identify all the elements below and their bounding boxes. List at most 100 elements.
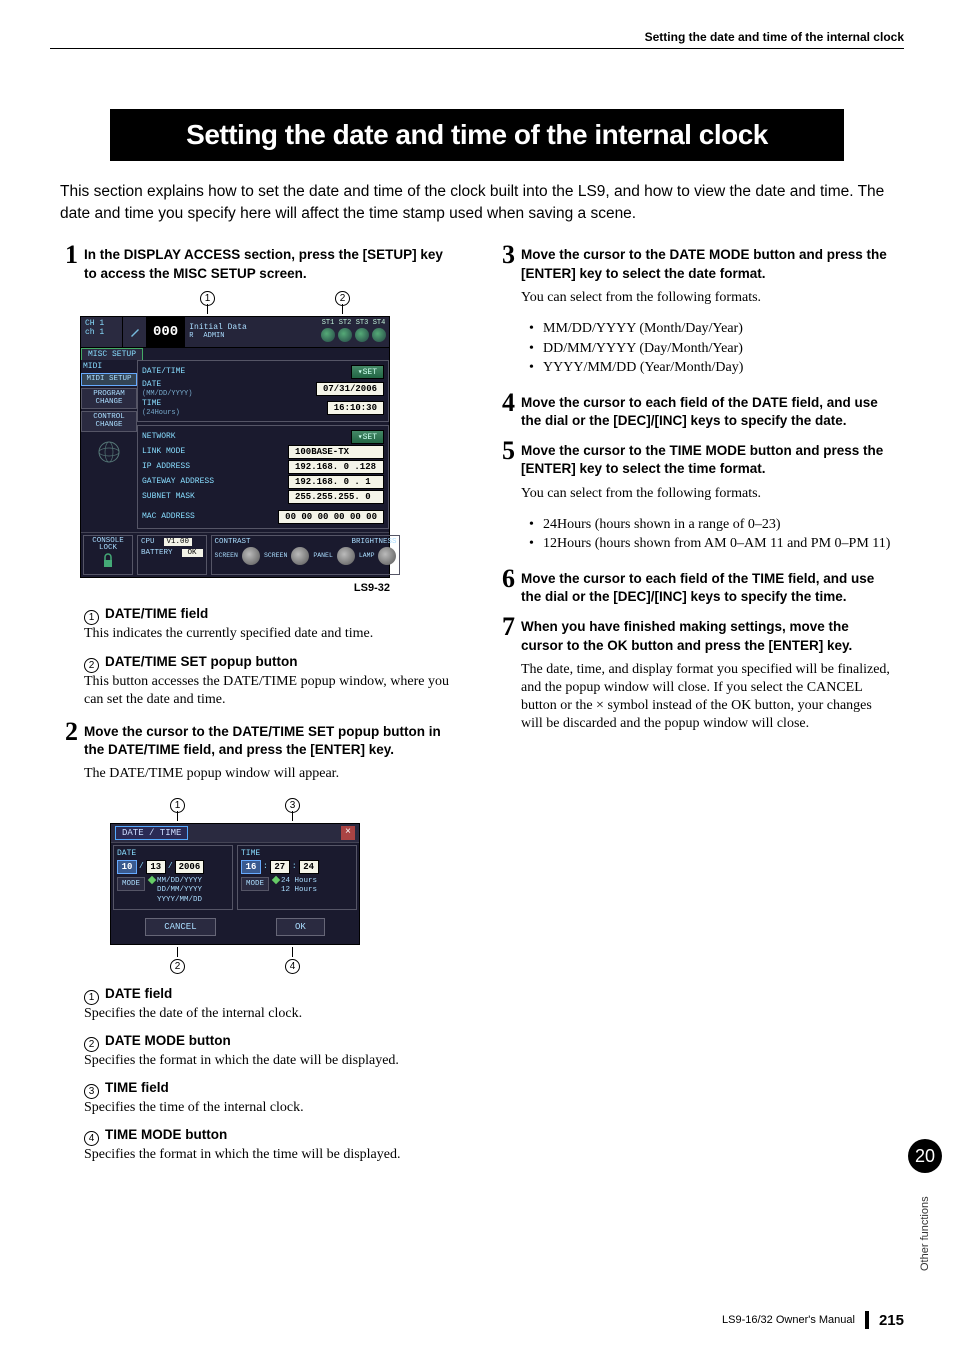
misc-setup-screenshot: CH 1 ch 1 000 Initial Data R ADMIN (80, 316, 390, 579)
channel-label: ch 1 (85, 328, 118, 337)
step-number: 2 (60, 719, 78, 759)
step-number: 7 (497, 614, 515, 654)
time-second-field: 24 (299, 860, 319, 874)
date-value: 07/31/2006 (316, 382, 384, 396)
time-mode-button: MODE (241, 877, 269, 891)
list-item: YYYY/MM/DD (Year/Month/Day) (533, 358, 894, 378)
step-number: 5 (497, 438, 515, 478)
group-title: DATE/TIME (142, 367, 185, 376)
date-mode-button: MODE (117, 877, 145, 891)
sidebar-program-change: PROGRAM CHANGE (81, 388, 137, 409)
step-number: 4 (497, 390, 515, 430)
callout-number: 2 (84, 658, 99, 673)
callout-body: Specifies the format in which the time w… (84, 1146, 457, 1164)
figure-caption: LS9-32 (80, 582, 390, 594)
globe-icon (97, 440, 121, 467)
callout-body: Specifies the date of the internal clock… (84, 1005, 457, 1023)
callout-title: TIME field (105, 1080, 169, 1095)
network-set-button: ▾SET (351, 430, 384, 444)
ok-button: OK (276, 918, 325, 936)
callout-title: DATE field (105, 986, 172, 1001)
step-text: When you have finished making settings, … (521, 614, 894, 654)
console-lock-label: CONSOLE LOCK (92, 537, 124, 553)
running-header: Setting the date and time of the interna… (50, 30, 904, 48)
callout-body: This indicates the currently specified d… (84, 625, 457, 643)
date-month-field: 10 (117, 860, 137, 874)
list-item: 24Hours (hours shown in a range of 0–23) (533, 515, 894, 535)
knob-icon (337, 547, 355, 565)
close-icon: × (341, 826, 355, 840)
sidebar: MIDI MIDI SETUP PROGRAM CHANGE CONTROL C… (81, 360, 137, 532)
callout-marker: 1 (200, 291, 215, 306)
lock-icon (101, 553, 115, 569)
right-column: 3 Move the cursor to the DATE MODE butto… (497, 242, 894, 1174)
step-body: You can select from the following format… (521, 485, 894, 503)
sidebar-heading: MIDI (81, 362, 137, 371)
intro-paragraph: This section explains how to set the dat… (60, 181, 894, 224)
date-year-field: 2006 (175, 860, 205, 874)
popup-title: DATE / TIME (115, 826, 188, 840)
knob-icon (242, 547, 260, 565)
datetime-group: DATE/TIME ▾SET DATE (MM/DD/YYYY) 07/31/2… (137, 360, 389, 422)
diamond-icon (148, 875, 156, 883)
step-body: You can select from the following format… (521, 289, 894, 307)
step-text: Move the cursor to each field of the DAT… (521, 390, 894, 430)
sidebar-midi-setup: MIDI SETUP (81, 373, 137, 387)
left-column: 1 In the DISPLAY ACCESS section, press t… (60, 242, 457, 1174)
time-value: 16:10:30 (327, 401, 384, 415)
sidebar-control-change: CONTROL CHANGE (81, 411, 137, 432)
callout-number: 1 (84, 610, 99, 625)
callout-body: Specifies the format in which the date w… (84, 1052, 457, 1070)
callout-marker: 2 (335, 291, 350, 306)
step-text: Move the cursor to each field of the TIM… (521, 566, 894, 606)
pencil-icon (123, 317, 147, 347)
diamond-icon (272, 875, 280, 883)
callout-body: Specifies the time of the internal clock… (84, 1099, 457, 1117)
callout-title: DATE/TIME field (105, 606, 208, 621)
callout-marker: 2 (170, 959, 185, 974)
list-item: MM/DD/YYYY (Month/Day/Year) (533, 319, 894, 339)
callout-marker: 4 (285, 959, 300, 974)
r-label: R (189, 332, 193, 340)
knob-icon (291, 547, 309, 565)
callout-number: 2 (84, 1037, 99, 1052)
time-hour-field: 16 (241, 860, 261, 874)
step-text: Move the cursor to the DATE/TIME SET pop… (84, 719, 457, 759)
callout-title: TIME MODE button (105, 1127, 227, 1142)
datetime-set-button: ▾SET (351, 365, 384, 379)
group-title: NETWORK (142, 432, 176, 441)
time-label: TIME (241, 849, 353, 858)
step-body: The DATE/TIME popup window will appear. (84, 765, 457, 783)
page-number: 215 (879, 1312, 904, 1329)
network-group: NETWORK ▾SET LINK MODE100BASE-TX IP ADDR… (137, 425, 389, 529)
knob-icon (378, 547, 396, 565)
callout-number: 4 (84, 1131, 99, 1146)
misc-setup-tab: MISC SETUP (81, 348, 143, 360)
step-body: The date, time, and display format you s… (521, 661, 894, 734)
callout-marker: 1 (170, 798, 185, 813)
time-minute-field: 27 (270, 860, 290, 874)
scene-name: Initial Data (189, 323, 314, 332)
scene-number: 000 (147, 317, 185, 347)
step-text: Move the cursor to the TIME MODE button … (521, 438, 894, 478)
datetime-popup-screenshot: DATE / TIME × DATE 10 / 13 / 2006 (110, 823, 360, 945)
format-list: 24Hours (hours shown in a range of 0–23)… (533, 515, 894, 554)
step-number: 3 (497, 242, 515, 282)
list-item: DD/MM/YYYY (Day/Month/Year) (533, 339, 894, 359)
chapter-badge: 20 (908, 1139, 942, 1173)
chapter-label: Other functions (919, 1181, 931, 1271)
callout-title: DATE MODE button (105, 1033, 231, 1048)
callout-body: This button accesses the DATE/TIME popup… (84, 673, 457, 709)
header-rule (50, 48, 904, 49)
list-item: 12Hours (hours shown from AM 0–AM 11 and… (533, 534, 894, 554)
page-title: Setting the date and time of the interna… (110, 109, 844, 161)
channel-label: CH 1 (85, 319, 118, 328)
step-number: 6 (497, 566, 515, 606)
date-day-field: 13 (146, 860, 166, 874)
footer-divider (865, 1311, 869, 1329)
callout-marker: 3 (285, 798, 300, 813)
manual-name: LS9-16/32 Owner's Manual (722, 1314, 855, 1326)
st-indicators: ST1 ST2 ST3 ST4 (318, 317, 389, 347)
callout-number: 3 (84, 1084, 99, 1099)
step-number: 1 (60, 242, 78, 282)
